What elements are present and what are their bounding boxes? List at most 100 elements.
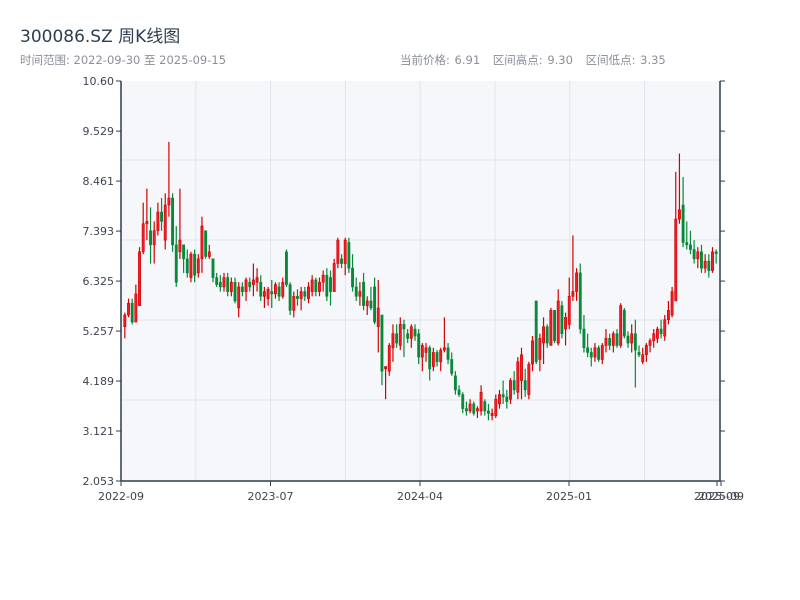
candle-up bbox=[207, 251, 211, 257]
candle-down bbox=[501, 394, 505, 398]
candle-down bbox=[578, 272, 582, 330]
candle-down bbox=[707, 260, 711, 271]
candle-up bbox=[549, 310, 553, 346]
candle-down bbox=[505, 396, 509, 402]
candle-down bbox=[464, 408, 468, 412]
candle-down bbox=[457, 389, 461, 395]
candle-up bbox=[318, 281, 321, 292]
y-tick-label: 3.121 bbox=[83, 425, 115, 438]
candle-up bbox=[134, 293, 138, 323]
candle-down bbox=[259, 281, 263, 297]
candle-down bbox=[185, 258, 189, 274]
candle-up bbox=[703, 260, 707, 269]
candle-down bbox=[288, 284, 292, 311]
candle-down bbox=[233, 281, 237, 302]
candle-up bbox=[564, 317, 568, 330]
candle-up bbox=[244, 279, 248, 292]
candle-up bbox=[641, 354, 645, 363]
candle-up bbox=[310, 279, 314, 292]
candle-up bbox=[145, 221, 149, 225]
candle-up bbox=[556, 300, 560, 344]
candle-up bbox=[619, 305, 623, 346]
candle-up bbox=[655, 328, 659, 339]
candle-down bbox=[406, 333, 410, 339]
y-tick-label: 5.257 bbox=[83, 325, 115, 338]
candle-down bbox=[472, 403, 476, 414]
candle-down bbox=[193, 253, 197, 276]
candle-up bbox=[376, 307, 380, 328]
candle-down bbox=[589, 352, 593, 358]
candle-up bbox=[663, 319, 667, 337]
candle-up bbox=[479, 391, 483, 412]
candle-down bbox=[692, 249, 696, 260]
candle-down bbox=[597, 347, 601, 360]
candle-up bbox=[696, 251, 700, 260]
candle-down bbox=[395, 333, 399, 344]
candle-up bbox=[391, 333, 395, 349]
candle-down bbox=[226, 277, 230, 292]
candle-up bbox=[138, 251, 141, 306]
candle-down bbox=[615, 333, 619, 346]
candle-down bbox=[450, 359, 454, 374]
candle-down bbox=[659, 328, 663, 335]
candle-down bbox=[373, 286, 377, 323]
candle-down bbox=[700, 251, 703, 269]
candle-up bbox=[229, 281, 233, 292]
candle-up bbox=[509, 380, 512, 400]
candle-down bbox=[461, 394, 465, 409]
candle-up bbox=[255, 277, 259, 283]
x-tick-label: 2025-09 bbox=[698, 490, 744, 503]
candle-down bbox=[215, 277, 219, 285]
candle-down bbox=[351, 267, 354, 288]
candle-down bbox=[277, 286, 281, 297]
candle-down bbox=[314, 279, 318, 292]
candle-up bbox=[652, 333, 656, 342]
candle-up bbox=[420, 345, 424, 358]
candle-down bbox=[446, 347, 450, 360]
candle-down bbox=[248, 281, 252, 288]
y-tick-label: 10.60 bbox=[83, 75, 115, 88]
candle-down bbox=[622, 310, 626, 337]
candle-down bbox=[303, 291, 307, 297]
candle-up bbox=[567, 295, 571, 325]
candle-up bbox=[123, 314, 127, 328]
candle-up bbox=[677, 209, 681, 220]
candle-up bbox=[490, 412, 494, 416]
candle-up bbox=[674, 218, 678, 302]
candle-down bbox=[428, 347, 432, 370]
candle-up bbox=[527, 363, 531, 395]
candle-up bbox=[498, 394, 501, 405]
candle-down bbox=[174, 244, 178, 283]
candle-down bbox=[204, 230, 208, 257]
candle-up bbox=[163, 204, 167, 241]
candle-up bbox=[358, 291, 362, 297]
candle-down bbox=[362, 281, 366, 306]
candle-up bbox=[648, 340, 652, 346]
y-tick-label: 8.461 bbox=[83, 175, 115, 188]
candle-up bbox=[424, 347, 428, 353]
candle-down bbox=[582, 328, 586, 349]
candle-down bbox=[270, 291, 274, 295]
candle-up bbox=[611, 333, 615, 346]
candle-up bbox=[292, 295, 296, 311]
candle-down bbox=[240, 286, 244, 292]
candle-down bbox=[149, 230, 152, 246]
candle-up bbox=[475, 408, 479, 412]
candle-down bbox=[182, 244, 186, 260]
candle-down bbox=[218, 281, 222, 288]
candle-up bbox=[398, 324, 402, 346]
candle-down bbox=[586, 347, 590, 353]
candle-up bbox=[431, 352, 435, 367]
candle-down bbox=[608, 338, 612, 346]
x-tick-label: 2024-04 bbox=[397, 490, 443, 503]
candle-down bbox=[413, 328, 417, 337]
candle-up bbox=[520, 354, 523, 381]
candle-down bbox=[560, 305, 564, 335]
candle-up bbox=[670, 291, 674, 316]
candle-up bbox=[127, 303, 130, 316]
candle-up bbox=[531, 340, 534, 365]
candle-up bbox=[365, 300, 369, 306]
x-tick-label: 2025-01 bbox=[546, 490, 592, 503]
x-tick-label: 2022-09 bbox=[98, 490, 144, 503]
candle-down bbox=[130, 303, 134, 323]
